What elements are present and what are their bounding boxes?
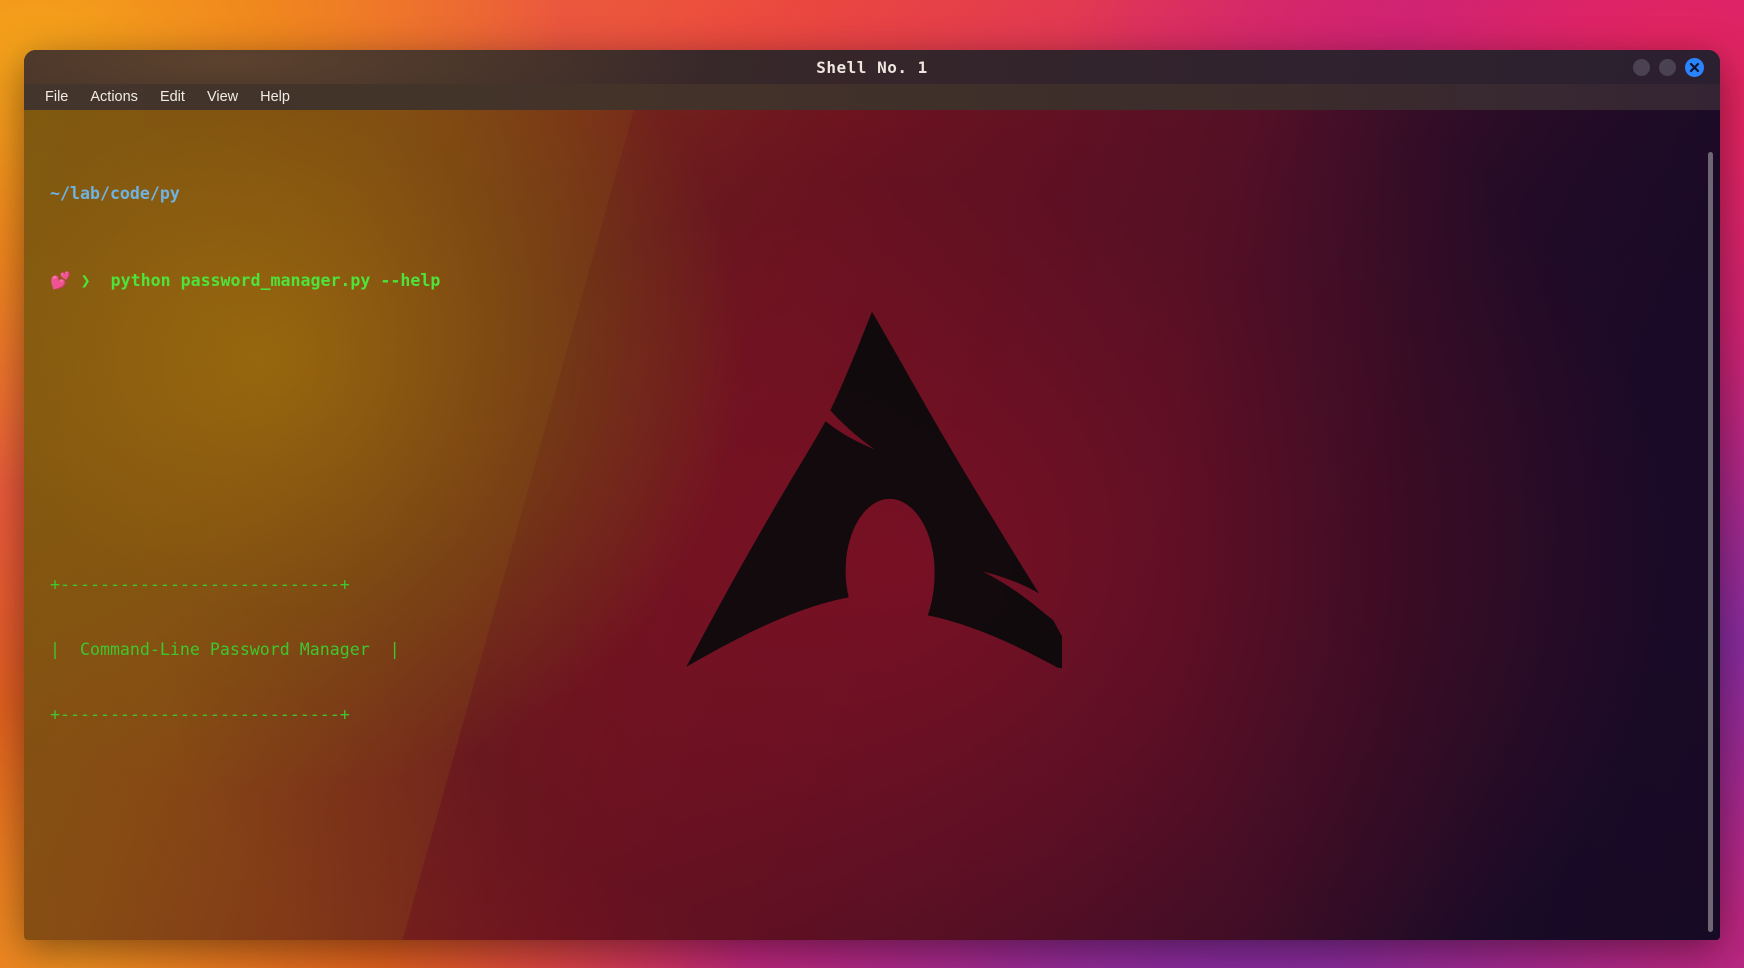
window-controls <box>1633 50 1704 84</box>
prompt-heart-icon: 💕 <box>50 270 71 290</box>
close-icon <box>1689 62 1700 72</box>
maximize-button[interactable] <box>1659 58 1676 76</box>
banner-title-row: | Command-Line Password Manager | <box>50 639 1720 661</box>
menu-item-view[interactable]: View <box>198 87 247 107</box>
scrollbar-thumb[interactable] <box>1708 152 1713 932</box>
menubar: File Actions Edit View Help <box>24 84 1720 110</box>
terminal-window: Shell No. 1 File Actions Edit View Help <box>24 50 1720 940</box>
menu-item-edit[interactable]: Edit <box>151 87 194 107</box>
prompt-path-line: ~/lab/code/py <box>50 183 1720 205</box>
terminal-text: ~/lab/code/py 💕 ❯ python password_manage… <box>24 110 1720 940</box>
banner-bottom-border: +----------------------------+ <box>50 704 1720 726</box>
command-line: 💕 ❯ python password_manager.py --help <box>50 270 1720 292</box>
window-titlebar[interactable]: Shell No. 1 <box>24 50 1720 84</box>
prompt-chevron-icon: ❯ <box>80 270 91 290</box>
scrollbar[interactable] <box>1706 110 1714 940</box>
window-title: Shell No. 1 <box>816 57 928 77</box>
menu-item-help[interactable]: Help <box>251 87 299 107</box>
banner-top-border: +----------------------------+ <box>50 574 1720 596</box>
typed-command: python password_manager.py --help <box>110 270 441 290</box>
prompt-path: ~/lab/code/py <box>50 184 180 204</box>
banner-title-text: | Command-Line Password Manager | <box>50 639 400 659</box>
banner-bottom-border-text: +----------------------------+ <box>50 704 350 724</box>
minimize-button[interactable] <box>1633 58 1650 76</box>
close-button[interactable] <box>1685 57 1704 77</box>
terminal-body[interactable]: ~/lab/code/py 💕 ❯ python password_manage… <box>24 110 1720 940</box>
banner-top-border-text: +----------------------------+ <box>50 574 350 594</box>
menu-item-actions[interactable]: Actions <box>81 87 147 107</box>
menu-item-file[interactable]: File <box>36 87 77 107</box>
desktop: Shell No. 1 File Actions Edit View Help <box>0 0 1744 968</box>
